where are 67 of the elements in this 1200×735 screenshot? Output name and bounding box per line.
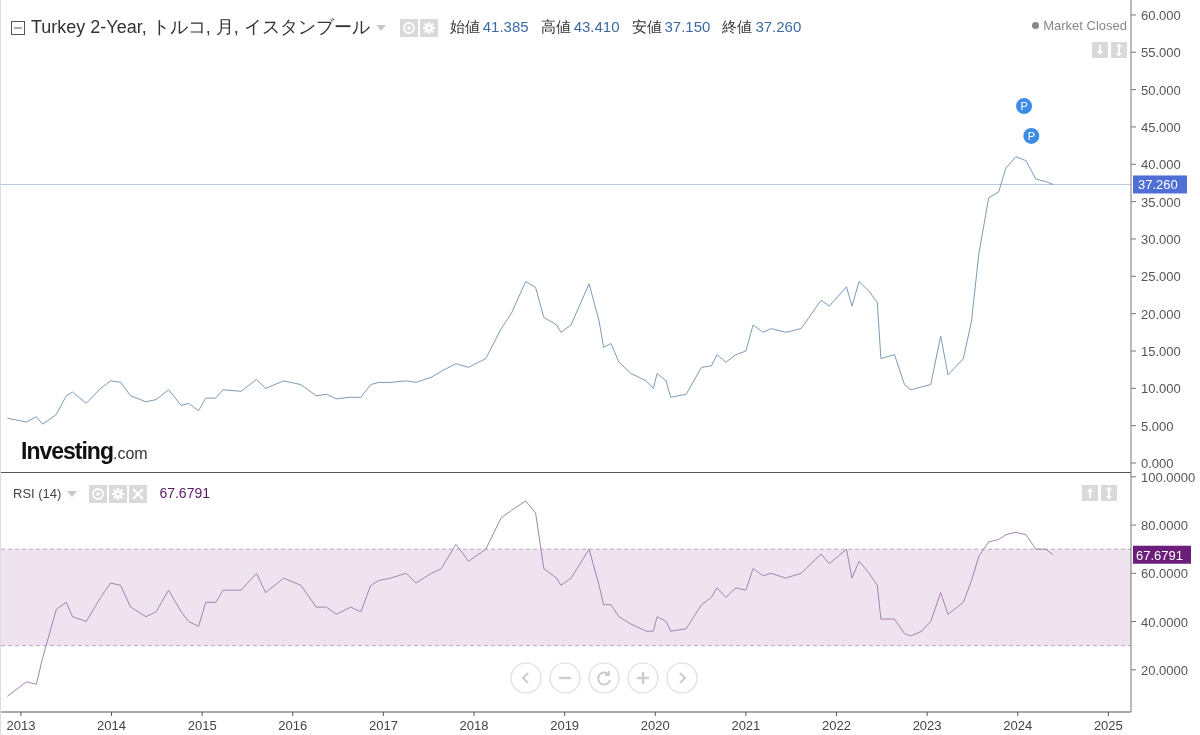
axis-label: 40.000 bbox=[1141, 157, 1181, 173]
indicator-value: 67.6791 bbox=[159, 484, 210, 503]
market-status: Market Closed bbox=[1043, 17, 1127, 35]
event-marker[interactable]: P bbox=[1016, 98, 1033, 115]
axis-label: 2020 bbox=[640, 718, 670, 733]
axis-label: 60.0000 bbox=[1141, 566, 1188, 582]
ohlc-label: 安値 bbox=[631, 17, 662, 38]
axis-label: 55.000 bbox=[1141, 45, 1181, 61]
ohlc-label: 始値 bbox=[449, 17, 480, 38]
zoom-out-icon[interactable] bbox=[549, 662, 581, 694]
arrow-up-icon[interactable] bbox=[1082, 485, 1098, 501]
axis-label: 30.000 bbox=[1141, 232, 1181, 247]
collapse-icon[interactable] bbox=[11, 20, 25, 35]
investing-logo: Investing.com bbox=[21, 437, 148, 466]
axis-label: 40.0000 bbox=[1141, 614, 1188, 630]
price-tag: 37.260 bbox=[1133, 175, 1187, 194]
chart-title: Turkey 2-Year, トルコ, 月, イスタンブール bbox=[31, 16, 370, 39]
axis-label: 2015 bbox=[187, 718, 217, 733]
ohlc-value: 41.385 bbox=[482, 17, 529, 38]
axis-label: 80.0000 bbox=[1141, 518, 1188, 534]
axis-label: 20.000 bbox=[1141, 306, 1181, 322]
axis-label: 2016 bbox=[278, 718, 308, 733]
axis-label: 20.0000 bbox=[1141, 662, 1188, 678]
chevron-left-icon[interactable] bbox=[510, 662, 542, 694]
chevron-right-icon[interactable] bbox=[666, 662, 698, 694]
settings-icon[interactable] bbox=[419, 18, 438, 37]
caret-icon[interactable] bbox=[67, 490, 78, 497]
axis-label: 45.000 bbox=[1141, 119, 1181, 135]
annotation: P bbox=[1027, 129, 1035, 142]
axis-label: 2013 bbox=[6, 718, 36, 733]
axis-label: 50.000 bbox=[1141, 82, 1181, 98]
ohlc-value: 43.410 bbox=[573, 17, 620, 38]
caret-icon[interactable] bbox=[375, 24, 386, 31]
axis-label: 35.000 bbox=[1141, 194, 1181, 210]
arrow-down-icon[interactable] bbox=[1092, 41, 1108, 58]
arrow-up-down-icon[interactable] bbox=[1111, 41, 1127, 58]
ohlc-value: 37.150 bbox=[664, 17, 711, 38]
arrow-up-down-icon[interactable] bbox=[1101, 485, 1117, 501]
axis-label: 2021 bbox=[731, 718, 761, 733]
axis-label: 25.000 bbox=[1141, 269, 1181, 285]
axis-label: 2025 bbox=[1093, 718, 1123, 733]
ohlc-label: 高値 bbox=[540, 17, 571, 38]
axis-label: 2019 bbox=[550, 718, 580, 733]
axis-label: 2022 bbox=[822, 718, 851, 733]
axis-label: 0.000 bbox=[1141, 456, 1174, 472]
axis-label: 15.000 bbox=[1141, 344, 1181, 359]
settings-icon[interactable] bbox=[109, 484, 128, 503]
axis-label: 2023 bbox=[912, 718, 942, 733]
annotation: P bbox=[1020, 100, 1028, 113]
axis-label: 10.000 bbox=[1141, 381, 1181, 397]
rsi-tag: 67.6791 bbox=[1133, 545, 1191, 564]
ohlc-label: 終値 bbox=[722, 17, 753, 38]
axis-label: 60.000 bbox=[1141, 7, 1181, 23]
eye-icon[interactable] bbox=[89, 484, 108, 503]
close-icon[interactable] bbox=[129, 484, 148, 503]
axis-label: 2014 bbox=[97, 718, 126, 733]
axis-label: 2024 bbox=[1003, 718, 1033, 733]
event-marker[interactable]: P bbox=[1023, 127, 1040, 144]
axis-label: 100.0000 bbox=[1141, 472, 1196, 485]
indicator-label: RSI (14) bbox=[13, 484, 62, 503]
reset-icon[interactable] bbox=[588, 662, 620, 694]
axis-label: 2017 bbox=[368, 718, 398, 733]
axis-label: 2018 bbox=[459, 718, 489, 733]
eye-icon[interactable] bbox=[399, 18, 418, 37]
axis-label: 5.000 bbox=[1141, 418, 1174, 434]
ohlc-value: 37.260 bbox=[755, 17, 802, 38]
zoom-in-icon[interactable] bbox=[627, 662, 659, 694]
